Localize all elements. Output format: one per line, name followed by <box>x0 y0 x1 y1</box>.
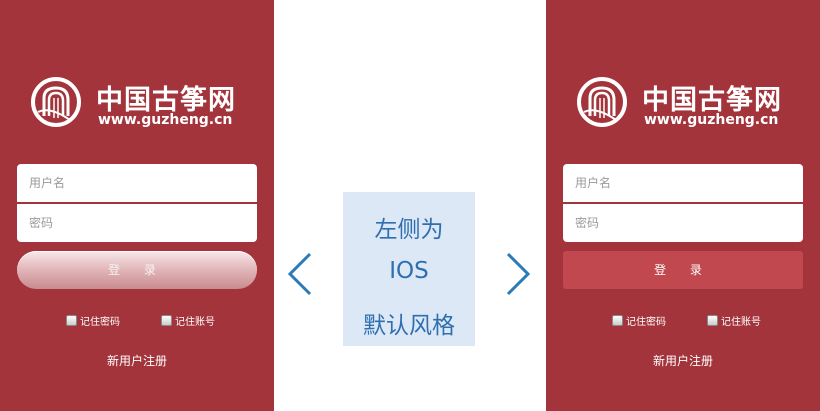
login-screen-flat: 中国古筝网 www.guzheng.cn 用户名 密码 登 录 记住密码 记住账… <box>546 0 820 411</box>
remember-account-label: 记住账号 <box>721 316 761 328</box>
login-button[interactable]: 登 录 <box>563 251 803 289</box>
remember-options: 记住密码 记住账号 <box>546 312 820 328</box>
register-link[interactable]: 新用户注册 <box>546 352 820 369</box>
caption-line-3: 默认风格 <box>363 313 455 339</box>
password-input[interactable]: 密码 <box>17 204 257 242</box>
chevron-right-icon[interactable] <box>504 250 532 298</box>
checkbox-icon <box>161 314 172 326</box>
guzheng-logo-icon <box>577 77 627 127</box>
remember-account-checkbox[interactable]: 记住账号 <box>707 312 761 328</box>
username-input[interactable]: 用户名 <box>17 164 257 202</box>
remember-account-checkbox[interactable]: 记住账号 <box>161 312 215 328</box>
remember-account-label: 记住账号 <box>175 316 215 328</box>
brand-logo: 中国古筝网 www.guzheng.cn <box>30 76 260 134</box>
username-input[interactable]: 用户名 <box>563 164 803 202</box>
login-button[interactable]: 登 录 <box>17 251 257 289</box>
brand-url: www.guzheng.cn <box>644 112 779 128</box>
style-caption: 左侧为 IOS 默认风格 <box>343 192 475 346</box>
guzheng-logo-icon <box>31 77 81 127</box>
remember-password-label: 记住密码 <box>626 316 666 328</box>
checkbox-icon <box>612 314 623 326</box>
caption-line-1: 左侧为 <box>374 217 444 243</box>
remember-password-checkbox[interactable]: 记住密码 <box>612 312 666 328</box>
remember-password-checkbox[interactable]: 记住密码 <box>66 312 120 328</box>
brand-url: www.guzheng.cn <box>98 112 233 128</box>
brand-logo: 中国古筝网 www.guzheng.cn <box>576 76 806 134</box>
chevron-left-icon[interactable] <box>286 250 314 298</box>
caption-line-2: IOS <box>389 258 429 284</box>
checkbox-icon <box>66 314 77 326</box>
remember-options: 记住密码 记住账号 <box>0 312 274 328</box>
remember-password-label: 记住密码 <box>80 316 120 328</box>
password-input[interactable]: 密码 <box>563 204 803 242</box>
login-screen-ios: 中国古筝网 www.guzheng.cn 用户名 密码 登 录 记住密码 记住账… <box>0 0 274 411</box>
checkbox-icon <box>707 314 718 326</box>
register-link[interactable]: 新用户注册 <box>0 352 274 369</box>
